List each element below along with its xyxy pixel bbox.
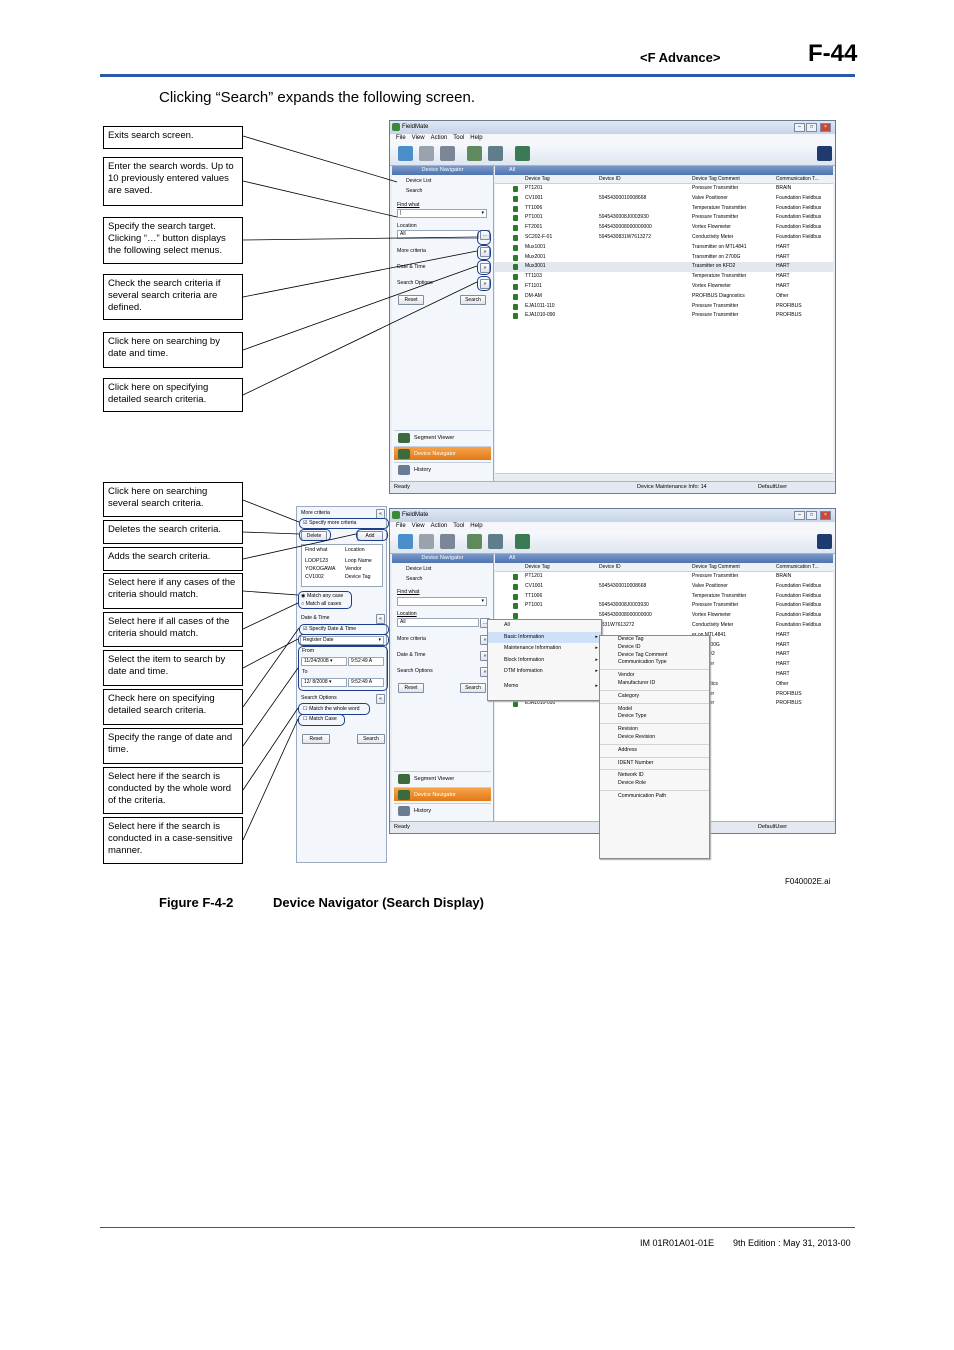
leader-line (242, 265, 478, 351)
leader-line (242, 718, 299, 841)
leader-line (242, 667, 299, 747)
leader-line (242, 236, 478, 241)
leader-line (242, 180, 398, 218)
footer-edition: 9th Edition : May 31, 2013-00 (733, 1238, 851, 1248)
leader-line (242, 531, 300, 535)
leader-line (242, 250, 478, 298)
leader-line (242, 499, 300, 523)
figure-title: Device Navigator (Search Display) (273, 895, 484, 910)
figure-number: Figure F-4-2 (159, 895, 234, 910)
leader-lines (242, 135, 478, 841)
leader-line (242, 638, 299, 669)
leader-line (242, 590, 299, 596)
leader-line (242, 135, 398, 183)
leader-line (242, 707, 299, 791)
footer-rule (100, 1227, 855, 1228)
leader-line (242, 627, 300, 708)
leader-line (242, 533, 357, 560)
leader-line (242, 602, 299, 630)
figure-id: F040002E.ai (785, 877, 831, 886)
leader-line (242, 281, 478, 396)
footer-doc-id: IM 01R01A01-01E (640, 1238, 715, 1248)
